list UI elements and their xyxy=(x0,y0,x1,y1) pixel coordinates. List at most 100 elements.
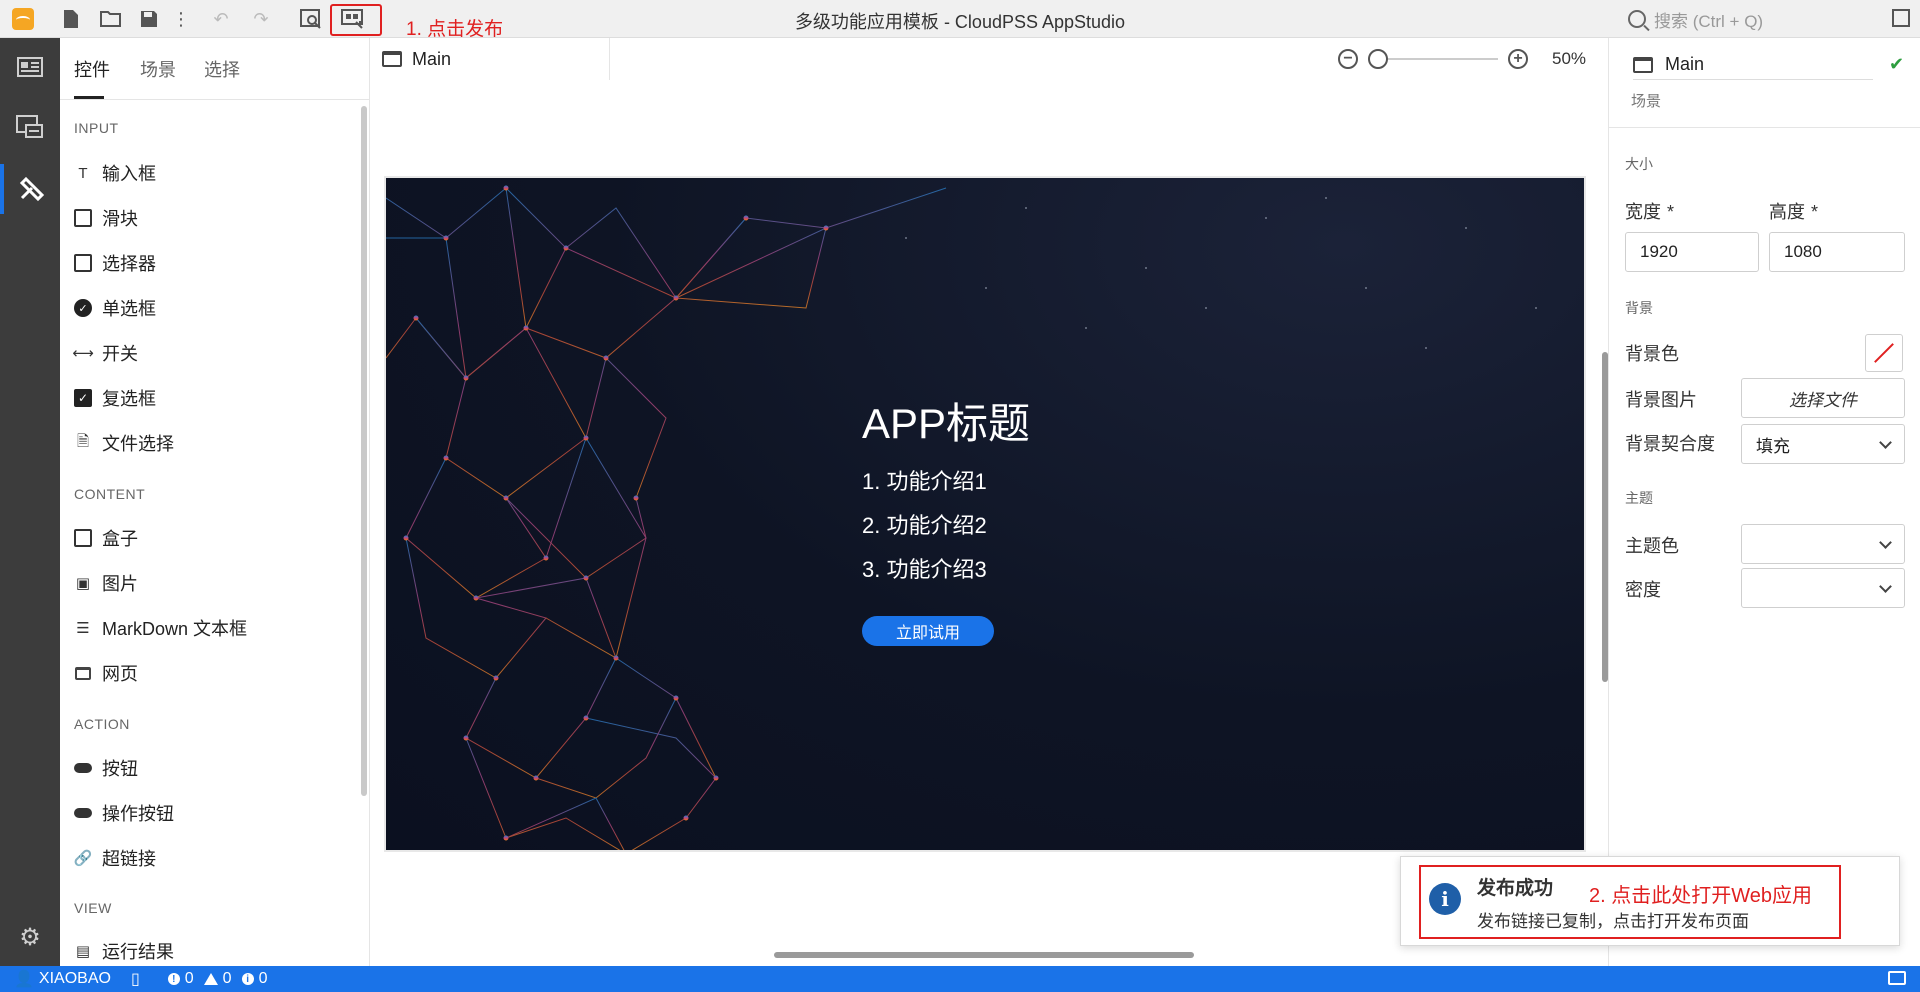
undo-icon[interactable]: ↶ xyxy=(208,6,234,32)
user-icon: 👤 xyxy=(14,971,34,988)
component-button[interactable]: 按钮 xyxy=(74,753,138,783)
canvas-feature-2[interactable]: 2. 功能介绍2 xyxy=(862,508,987,540)
user-status[interactable]: 👤 XIAOBAO xyxy=(14,969,111,989)
left-panel-scrollbar[interactable] xyxy=(361,106,367,796)
notification-body[interactable]: 发布链接已复制，点击打开发布页面 xyxy=(1477,907,1749,932)
more-icon[interactable]: ⋮ xyxy=(168,6,194,32)
zoom-value: 50% xyxy=(1552,49,1587,68)
properties-icon[interactable] xyxy=(0,42,60,92)
component-panel: 控件 场景 选择 INPUT T 输入框 滑块 选择器 ✓ 单选框 ⟷ 开关 ✓ 复选框… xyxy=(60,38,370,966)
username: XIAOBAO xyxy=(38,970,111,987)
section-size: 大小 xyxy=(1625,156,1653,172)
component-image[interactable]: ▣ 图片 xyxy=(74,568,138,598)
check-icon: ✔ xyxy=(1889,54,1905,74)
editor-area: Main − + 50% APP标题 1. 功能介绍1 2. 功能介绍2 3. … xyxy=(370,38,1608,966)
result-icon: ▤ xyxy=(75,943,91,960)
save-icon[interactable] xyxy=(136,6,162,32)
tab-controls[interactable]: 控件 xyxy=(74,56,110,82)
box-icon xyxy=(74,529,92,547)
search-placeholder: 搜索 (Ctrl + Q) xyxy=(1654,11,1764,31)
warning-icon xyxy=(203,973,218,985)
canvas-feature-1[interactable]: 1. 功能介绍1 xyxy=(862,464,987,496)
list-icon: ☰ xyxy=(76,620,90,637)
app-logo xyxy=(12,8,34,30)
active-tab-indicator xyxy=(74,96,104,99)
settings-gear-icon[interactable]: ⚙ xyxy=(0,912,60,962)
component-selector[interactable]: 选择器 xyxy=(74,248,156,278)
radio-icon: ✓ xyxy=(74,299,92,317)
zoom-out-icon[interactable]: − xyxy=(1338,49,1358,69)
height-input[interactable]: 1080 xyxy=(1769,232,1905,272)
image-icon: ▣ xyxy=(75,575,91,592)
scene-name-field[interactable]: Main xyxy=(1633,50,1873,80)
component-checkbox[interactable]: ✓ 复选框 xyxy=(74,383,156,413)
theme-color-select[interactable] xyxy=(1741,524,1905,564)
density-label: 密度 xyxy=(1625,580,1661,600)
feedback-chat-icon[interactable] xyxy=(1888,971,1906,985)
canvas-try-button[interactable]: 立即试用 xyxy=(862,616,994,646)
section-background: 背景 xyxy=(1625,300,1653,316)
open-folder-icon[interactable] xyxy=(98,6,124,32)
choose-file-button[interactable]: 选择文件 xyxy=(1741,378,1905,418)
bg-color-picker[interactable] xyxy=(1865,334,1903,372)
chevron-down-icon xyxy=(1879,535,1892,549)
search-input[interactable]: 搜索 (Ctrl + Q) xyxy=(1628,6,1868,32)
width-input[interactable]: 1920 xyxy=(1625,232,1759,272)
component-file-select[interactable]: 🗎 文件选择 xyxy=(74,428,174,458)
maximize-icon[interactable] xyxy=(1892,9,1910,27)
width-label: 宽度 * xyxy=(1625,202,1675,222)
bg-image-label: 背景图片 xyxy=(1625,390,1697,410)
bg-fit-select[interactable]: 填充 xyxy=(1741,424,1905,464)
text-input-icon: T xyxy=(78,164,88,182)
error-icon: ! xyxy=(167,973,180,985)
new-file-icon[interactable] xyxy=(58,6,84,32)
component-markdown[interactable]: ☰ MarkDown 文本框 xyxy=(74,613,247,643)
link-icon: 🔗 xyxy=(73,850,93,867)
zoom-slider-knob[interactable] xyxy=(1368,49,1388,69)
redo-icon[interactable]: ↷ xyxy=(248,6,274,32)
component-action-button[interactable]: 操作按钮 xyxy=(74,798,174,828)
publish-highlight-box xyxy=(330,4,382,36)
zoom-slider[interactable] xyxy=(1368,49,1498,69)
window-icon xyxy=(1633,56,1653,73)
tab-select[interactable]: 选择 xyxy=(204,56,240,82)
tab-scenes[interactable]: 场景 xyxy=(140,56,176,82)
theme-color-label: 主题色 xyxy=(1625,536,1679,556)
canvas-app-title[interactable]: APP标题 xyxy=(862,390,1030,451)
design-canvas[interactable]: APP标题 1. 功能介绍1 2. 功能介绍2 3. 功能介绍3 立即试用 xyxy=(384,176,1586,852)
annotation-open-web: 2. 点击此处打开Web应用 xyxy=(1589,885,1812,907)
component-box[interactable]: 盒子 xyxy=(74,523,138,553)
editor-horizontal-scrollbar[interactable] xyxy=(774,952,1194,958)
component-hyperlink[interactable]: 🔗 超链接 xyxy=(74,843,156,873)
component-input-box[interactable]: T 输入框 xyxy=(74,158,156,188)
publish-success-notification[interactable]: i 发布成功 发布链接已复制，点击打开发布页面 2. 点击此处打开Web应用 xyxy=(1400,856,1900,946)
notification-title: 发布成功 xyxy=(1477,878,1554,899)
warning-count[interactable]: 0 xyxy=(203,970,232,988)
component-webpage[interactable]: 网页 xyxy=(74,658,138,688)
section-view: VIEW xyxy=(74,900,112,916)
status-bar: 👤 XIAOBAO ▯ ! 0 0 i0 xyxy=(0,966,1920,992)
scene-header: Main ✔ 场景 xyxy=(1609,38,1920,128)
zoom-controls: − + 50% xyxy=(1338,46,1586,72)
zoom-in-icon[interactable]: + xyxy=(1508,49,1528,69)
component-radio[interactable]: ✓ 单选框 xyxy=(74,293,156,323)
device-icon[interactable]: ▯ xyxy=(131,969,140,989)
chevron-down-icon xyxy=(1879,579,1892,593)
design-tools-icon[interactable] xyxy=(0,164,60,214)
selector-icon xyxy=(74,254,92,272)
title-bar: ⋮ ↶ ↷ 1. 点击发布 多级功能应用模板 - CloudPSS AppStu… xyxy=(0,0,1920,40)
component-switch[interactable]: ⟷ 开关 xyxy=(72,338,138,368)
canvas-feature-3[interactable]: 3. 功能介绍3 xyxy=(862,552,987,584)
section-content: CONTENT xyxy=(74,486,146,502)
info-status-icon: i xyxy=(241,973,254,985)
info-count[interactable]: i0 xyxy=(241,970,267,988)
scene-icon[interactable] xyxy=(0,102,60,152)
component-run-result[interactable]: ▤ 运行结果 xyxy=(74,936,174,966)
annotation-publish: 1. 点击发布 xyxy=(406,19,504,40)
editor-tab-label: Main xyxy=(412,48,452,69)
component-slider[interactable]: 滑块 xyxy=(74,203,138,233)
preview-icon[interactable] xyxy=(298,6,324,32)
error-count[interactable]: ! 0 xyxy=(167,970,194,988)
density-select[interactable] xyxy=(1741,568,1905,608)
editor-tab-main[interactable]: Main xyxy=(370,38,610,80)
